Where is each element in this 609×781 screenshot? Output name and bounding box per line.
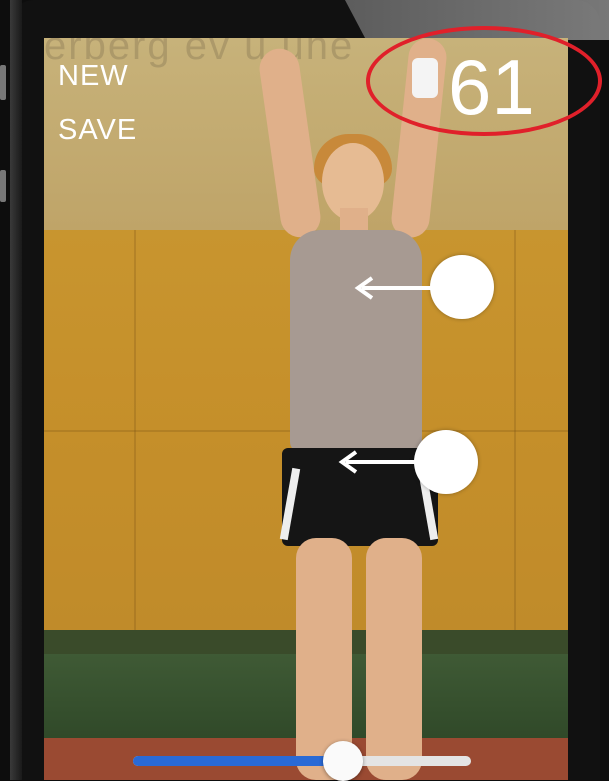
counter-highlight-circle	[366, 26, 602, 136]
arrow-left-icon	[338, 450, 418, 474]
playback-slider[interactable]	[133, 741, 471, 781]
slider-thumb[interactable]	[322, 741, 363, 781]
volume-button	[0, 65, 6, 100]
hip-marker[interactable]	[414, 430, 478, 494]
slider-fill	[133, 756, 343, 766]
right-leg	[366, 538, 422, 780]
side-button	[0, 170, 6, 202]
arrow-left-icon	[354, 276, 434, 300]
upper-body-marker[interactable]	[430, 255, 494, 319]
save-button[interactable]: SAVE	[58, 114, 137, 147]
tank-top	[290, 230, 422, 452]
new-button[interactable]: NEW	[58, 60, 129, 93]
phone-edge	[10, 0, 22, 780]
video-screen[interactable]: erberg ev u uhe NEW SAVE 61	[44, 38, 568, 780]
